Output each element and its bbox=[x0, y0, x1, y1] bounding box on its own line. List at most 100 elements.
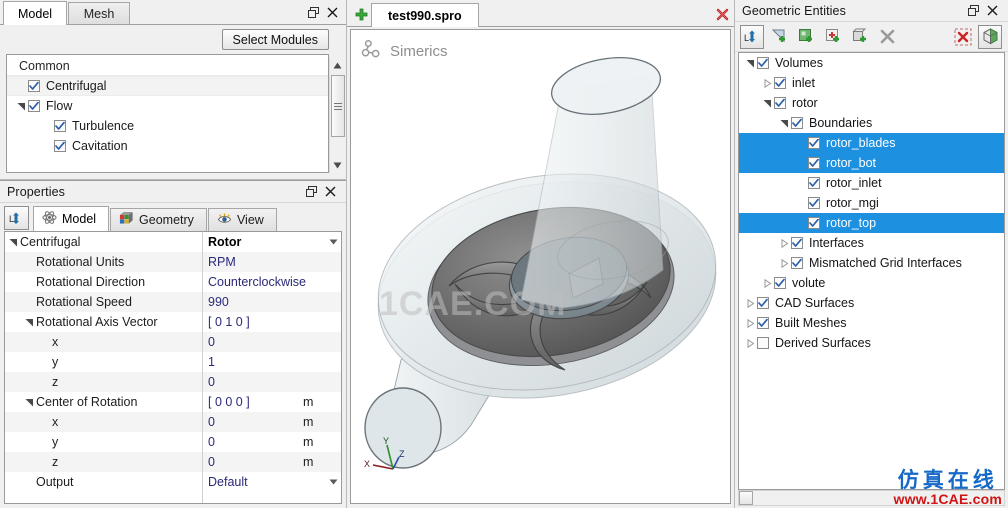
tree-expander-icon[interactable] bbox=[760, 78, 774, 88]
tree-expander-icon[interactable] bbox=[743, 318, 757, 328]
modules-list-scrollbar[interactable] bbox=[329, 57, 346, 173]
property-expander-icon[interactable] bbox=[23, 398, 36, 407]
tree-node[interactable]: Built Meshes bbox=[739, 313, 1004, 333]
tree-expander-icon[interactable] bbox=[743, 59, 757, 68]
tree-node[interactable]: Mismatched Grid Interfaces bbox=[739, 253, 1004, 273]
properties-tab-view[interactable]: View bbox=[207, 208, 277, 231]
tree-node-checkbox[interactable] bbox=[791, 257, 803, 269]
tree-expander-icon[interactable] bbox=[15, 102, 28, 111]
tree-node-checkbox[interactable] bbox=[808, 217, 820, 229]
module-checkbox[interactable] bbox=[28, 80, 40, 92]
scroll-track[interactable] bbox=[329, 73, 346, 157]
tree-node[interactable]: CAD Surfaces bbox=[739, 293, 1004, 313]
property-value-cell[interactable]: 0 bbox=[202, 332, 325, 352]
property-value-cell[interactable]: 990 bbox=[202, 292, 325, 312]
plus-icon[interactable] bbox=[351, 2, 371, 26]
tab-model[interactable]: Model bbox=[3, 1, 68, 25]
properties-tab-geometry[interactable]: Geometry bbox=[110, 208, 207, 231]
tree-node[interactable]: rotor_blades bbox=[739, 133, 1004, 153]
tree-expander-icon[interactable] bbox=[760, 99, 774, 108]
property-row[interactable]: Center of Rotation [ 0 0 0 ] m bbox=[5, 392, 341, 412]
tree-node[interactable]: Interfaces bbox=[739, 233, 1004, 253]
tree-horizontal-scrollbar[interactable] bbox=[738, 490, 1005, 506]
property-value-cell[interactable]: 1 bbox=[202, 352, 325, 372]
tree-node-checkbox[interactable] bbox=[791, 237, 803, 249]
pump-3d-model[interactable] bbox=[351, 30, 731, 470]
property-row[interactable]: y 0 m bbox=[5, 432, 341, 452]
tree-expander-icon[interactable] bbox=[777, 119, 791, 128]
tree-hscroll-thumb[interactable] bbox=[739, 491, 753, 505]
property-value-cell[interactable]: 0 bbox=[202, 432, 303, 452]
tree-node[interactable]: rotor_mgi bbox=[739, 193, 1004, 213]
tree-node-checkbox[interactable] bbox=[808, 137, 820, 149]
chevron-down-icon[interactable] bbox=[325, 479, 341, 485]
float-icon[interactable] bbox=[307, 6, 320, 19]
property-expander-icon[interactable] bbox=[7, 238, 20, 247]
tree-node-checkbox[interactable] bbox=[808, 197, 820, 209]
tree-node-checkbox[interactable] bbox=[757, 317, 769, 329]
module-checkbox[interactable] bbox=[54, 120, 66, 132]
property-row[interactable]: Rotational Speed 990 bbox=[5, 292, 341, 312]
tree-expander-icon[interactable] bbox=[743, 298, 757, 308]
tree-node-checkbox[interactable] bbox=[808, 177, 820, 189]
close-red-icon[interactable] bbox=[710, 2, 734, 26]
property-value-cell[interactable]: Counterclockwise bbox=[202, 272, 325, 292]
property-value-cell[interactable]: 0 bbox=[202, 452, 303, 472]
scroll-down-icon[interactable] bbox=[330, 157, 346, 173]
tree-expander-icon[interactable] bbox=[777, 258, 791, 268]
chevron-down-icon[interactable] bbox=[325, 239, 341, 245]
tree-expander-icon[interactable] bbox=[743, 338, 757, 348]
modules-list-item[interactable]: Turbulence bbox=[7, 116, 328, 136]
show-geometry-cube-icon[interactable] bbox=[978, 24, 1002, 49]
tree-expander-icon[interactable] bbox=[777, 238, 791, 248]
properties-tab-model[interactable]: Model bbox=[33, 206, 110, 231]
tree-node-checkbox[interactable] bbox=[757, 57, 769, 69]
add-volume-icon[interactable] bbox=[848, 25, 872, 49]
tree-node[interactable]: Volumes bbox=[739, 53, 1004, 73]
property-row[interactable]: x0 bbox=[5, 332, 341, 352]
modules-list-item[interactable]: Centrifugal bbox=[7, 76, 328, 96]
dock-pin-icon[interactable]: L bbox=[4, 206, 29, 230]
select-modules-button[interactable]: Select Modules bbox=[221, 29, 329, 50]
tree-node-checkbox[interactable] bbox=[757, 297, 769, 309]
tree-node-checkbox[interactable] bbox=[774, 97, 786, 109]
add-point-icon[interactable] bbox=[821, 25, 845, 49]
close-icon[interactable] bbox=[986, 4, 999, 17]
clear-selection-icon[interactable] bbox=[951, 25, 975, 49]
tree-node[interactable]: Derived Surfaces bbox=[739, 333, 1004, 353]
property-value-cell[interactable]: 0 bbox=[202, 412, 303, 432]
tree-node-checkbox[interactable] bbox=[757, 337, 769, 349]
property-row[interactable]: Rotational Axis Vector [ 0 1 0 ] bbox=[5, 312, 341, 332]
tree-expander-icon[interactable] bbox=[760, 278, 774, 288]
property-value-cell[interactable]: Rotor bbox=[202, 232, 325, 252]
properties-grid[interactable]: Centrifugal Rotor Rotational Units RPM Rotat… bbox=[4, 231, 342, 504]
property-row[interactable]: z0 bbox=[5, 372, 341, 392]
tree-node[interactable]: inlet bbox=[739, 73, 1004, 93]
geometric-entities-tree[interactable]: Volumes inlet rotor Boundaries rotor_blades r… bbox=[738, 52, 1005, 490]
property-value-cell[interactable]: Default bbox=[202, 472, 325, 492]
module-checkbox[interactable] bbox=[28, 100, 40, 112]
tree-node[interactable]: rotor_inlet bbox=[739, 173, 1004, 193]
close-icon[interactable] bbox=[326, 6, 339, 19]
tree-node[interactable]: Boundaries bbox=[739, 113, 1004, 133]
property-value-cell[interactable]: RPM bbox=[202, 252, 325, 272]
property-row[interactable]: y1 bbox=[5, 352, 341, 372]
3d-viewport[interactable]: Simerics 1CAE.COM X Y Z bbox=[350, 29, 731, 504]
dock-pin-icon[interactable]: L bbox=[740, 24, 764, 49]
delete-x-icon[interactable] bbox=[875, 25, 899, 49]
module-checkbox[interactable] bbox=[54, 140, 66, 152]
float-icon[interactable] bbox=[305, 185, 318, 198]
scroll-up-icon[interactable] bbox=[330, 57, 346, 73]
property-row[interactable]: Centrifugal Rotor bbox=[5, 232, 341, 252]
tree-node[interactable]: rotor_bot bbox=[739, 153, 1004, 173]
property-row[interactable]: x 0 m bbox=[5, 412, 341, 432]
tree-node-checkbox[interactable] bbox=[808, 157, 820, 169]
tree-node-checkbox[interactable] bbox=[774, 77, 786, 89]
tree-node[interactable]: rotor bbox=[739, 93, 1004, 113]
add-sketch-icon[interactable] bbox=[794, 25, 818, 49]
document-tab-test990[interactable]: test990.spro bbox=[371, 3, 479, 27]
tree-node[interactable]: rotor_top bbox=[739, 213, 1004, 233]
property-value-cell[interactable]: [ 0 1 0 ] bbox=[202, 312, 325, 332]
modules-list[interactable]: Common Centrifugal Flow Turbulence Cavitatio… bbox=[6, 54, 329, 173]
property-expander-icon[interactable] bbox=[23, 318, 36, 327]
